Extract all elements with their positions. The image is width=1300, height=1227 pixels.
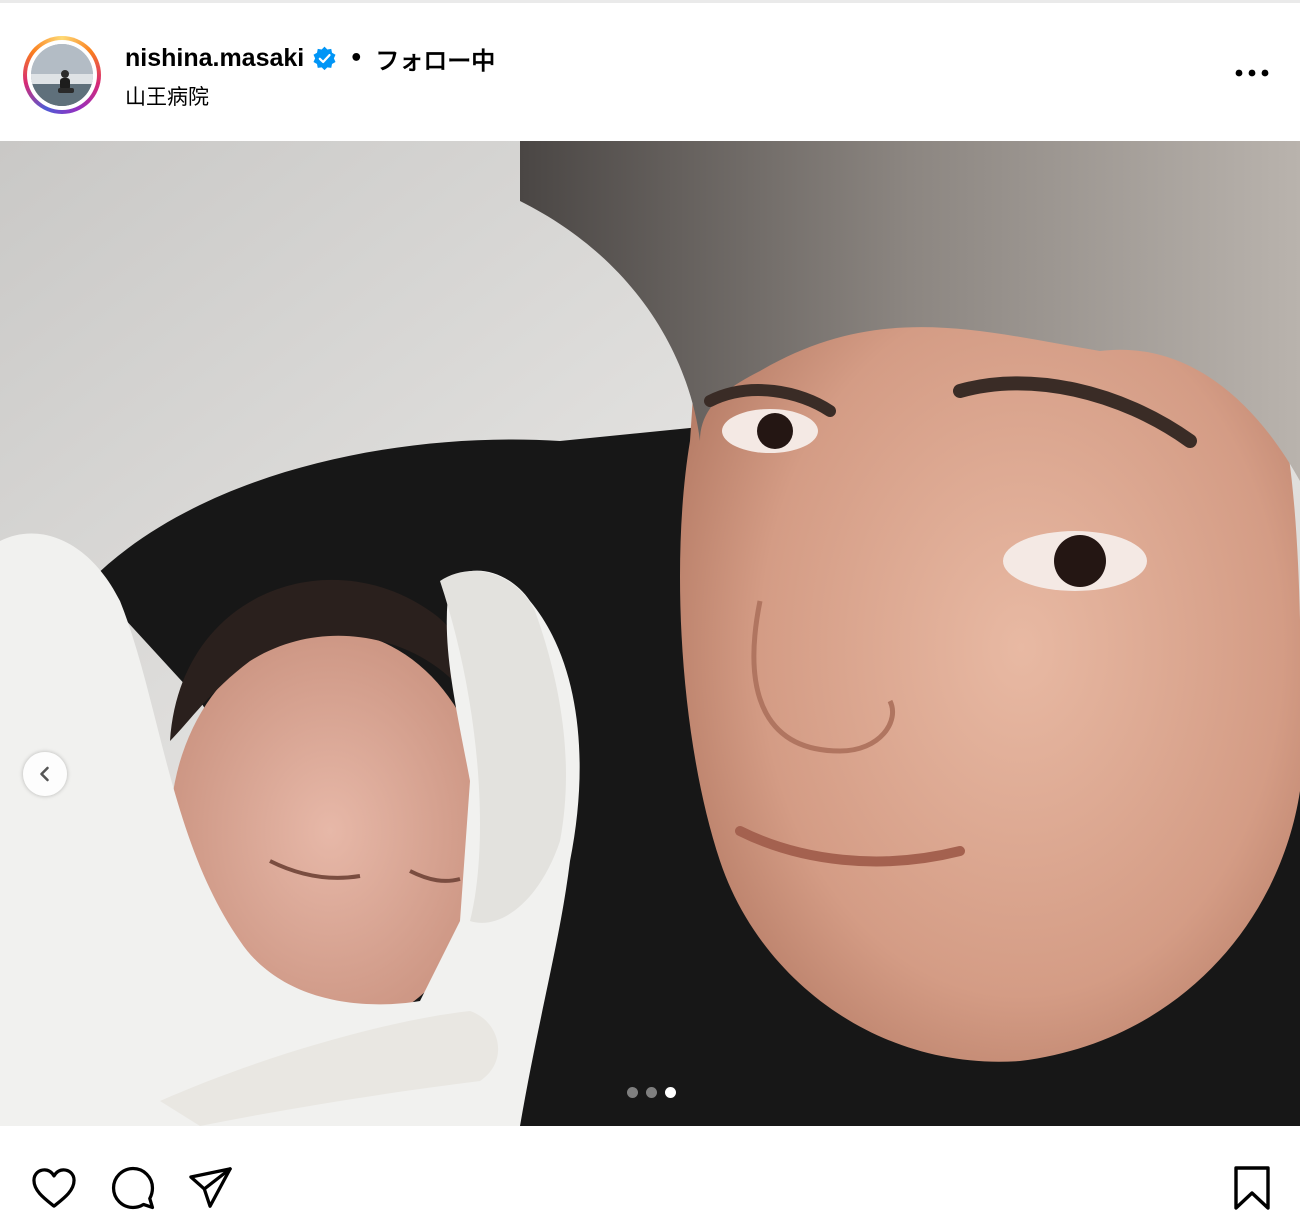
carousel-prev-button[interactable] [23,752,67,796]
action-bar [0,1126,1300,1227]
comment-button[interactable] [109,1164,157,1212]
bookmark-icon [1234,1166,1270,1210]
verified-badge-icon [312,46,337,71]
save-button[interactable] [1228,1164,1276,1212]
carousel-dot [646,1086,657,1098]
avatar-gap [27,40,97,110]
avatar[interactable] [31,44,93,106]
send-icon [189,1167,232,1208]
username-link[interactable]: nishina.masaki [125,44,304,73]
more-options-icon [1235,69,1269,77]
separator-dot: • [349,45,364,71]
heart-icon [32,1168,76,1208]
follow-status-button[interactable]: フォロー中 [375,41,495,76]
story-ring[interactable] [23,36,101,114]
share-button[interactable] [187,1164,235,1212]
chevron-left-icon [40,766,49,782]
post-header: nishina.masaki • フォロー中 山王病院 [0,3,1300,141]
post-photo[interactable] [0,141,1300,1126]
more-options-button[interactable] [1232,59,1272,87]
like-button[interactable] [30,1164,78,1212]
username-row: nishina.masaki • フォロー中 [125,41,495,75]
instagram-post: nishina.masaki • フォロー中 山王病院 [0,0,1300,1227]
carousel-dot [627,1086,638,1098]
location-link[interactable]: 山王病院 [125,81,209,111]
carousel-indicator [627,1086,687,1098]
carousel-dot-active [665,1086,676,1098]
comment-icon [111,1166,155,1210]
